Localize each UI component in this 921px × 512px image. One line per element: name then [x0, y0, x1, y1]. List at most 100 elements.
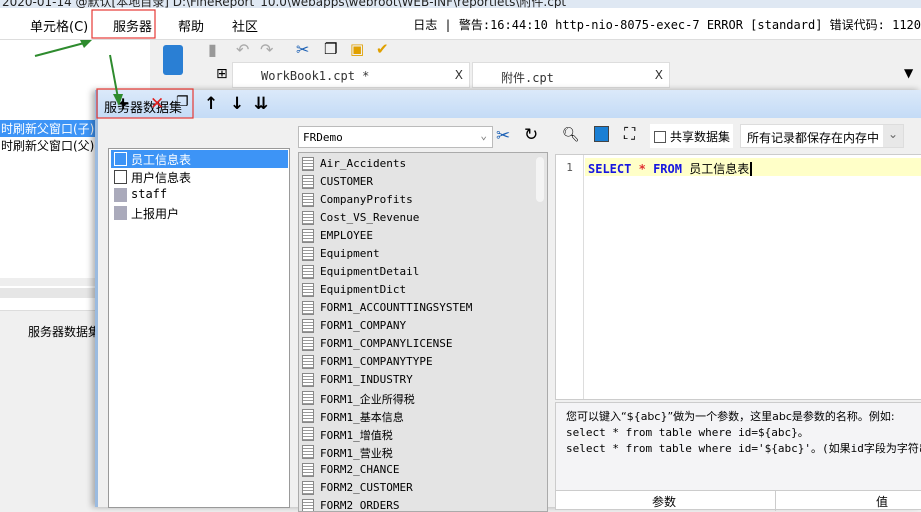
table-item[interactable]: FORM2_ORDERS	[301, 497, 400, 512]
close-icon[interactable]: X	[655, 68, 663, 82]
left-row[interactable]: 时刷新父窗口(父)	[0, 137, 95, 154]
table-item[interactable]: FORM2_CUSTOMER	[301, 479, 413, 497]
sql-table: 员工信息表	[689, 162, 750, 176]
param-column: 参数	[652, 495, 677, 509]
tab-label: WorkBook1.cpt *	[261, 69, 370, 83]
dialog-title[interactable]: 服务器数据集	[98, 90, 921, 118]
refresh-icon[interactable]: ↻	[524, 125, 538, 145]
parameter-icon[interactable]	[594, 126, 609, 142]
table-item[interactable]: CompanyProfits	[301, 191, 413, 209]
table-item[interactable]: Equipment	[301, 245, 380, 263]
table-name: FORM1_营业税	[320, 447, 393, 460]
dataset-label: 员工信息表	[131, 153, 192, 167]
table-name: FORM1_增值税	[320, 429, 393, 442]
save-icon[interactable]: ▮	[208, 40, 217, 59]
table-item[interactable]: FORM1_企业所得税	[301, 389, 415, 407]
table-name: FORM1_基本信息	[320, 411, 404, 424]
table-name: FORM1_COMPANYLICENSE	[320, 337, 453, 350]
sql-line[interactable]: SELECT * FROM 员工信息表	[585, 158, 921, 176]
dataset-panel	[0, 310, 95, 510]
sql-editor[interactable]: 1 SELECT * FROM 员工信息表	[555, 154, 921, 400]
table-icon	[302, 193, 314, 207]
left-row[interactable]: 时刷新父窗口(子)	[0, 120, 95, 137]
checkbox-icon	[654, 131, 666, 143]
table-icon	[302, 445, 314, 459]
table-item[interactable]: Air_Accidents	[301, 155, 406, 173]
table-name: FORM1_INDUSTRY	[320, 373, 413, 386]
table-icon	[302, 157, 314, 171]
copy-icon[interactable]: ❐	[324, 40, 337, 58]
undo-icon[interactable]: ↶	[236, 40, 249, 59]
share-label: 共享数据集	[670, 130, 731, 144]
dataset-item[interactable]: 员工信息表	[111, 150, 288, 168]
paste-icon[interactable]: ▣	[350, 40, 364, 58]
table-name: EquipmentDetail	[320, 265, 420, 278]
tab-workbook1[interactable]: WorkBook1.cpt * X	[232, 62, 470, 88]
divider	[775, 491, 776, 511]
sql-panel: 🔍︎ ⛶ 共享数据集 所有记录都保存在内存中 ⌄ 1 SELECT * FROM …	[554, 122, 921, 511]
table-item[interactable]: FORM1_基本信息	[301, 407, 404, 425]
table-item[interactable]: Cost_VS_Revenue	[301, 209, 419, 227]
tab-label: 附件.cpt	[501, 71, 554, 85]
title-bar: 2020-01-14 @默认[本地目录] D:\FineReport_10.0\…	[0, 0, 921, 8]
log-status[interactable]: 日志 | 警告:16:44:10 http-nio-8075-exec-7 ER…	[413, 16, 921, 33]
redo-icon[interactable]: ↷	[260, 40, 273, 59]
table-browser: FRDemo ⌄ ✂ ↻ Air_Accidents CUSTOMER Company…	[296, 122, 551, 512]
share-dataset-checkbox[interactable]: 共享数据集	[650, 124, 733, 148]
table-icon	[302, 355, 314, 369]
table-name: Cost_VS_Revenue	[320, 211, 420, 224]
table-item[interactable]: FORM1_COMPANYTYPE	[301, 353, 433, 371]
template-icon[interactable]	[163, 45, 183, 75]
table-item[interactable]: FORM1_COMPANYLICENSE	[301, 335, 452, 353]
table-icon	[302, 481, 314, 495]
menu-community[interactable]: 社区	[232, 16, 258, 35]
table-item[interactable]: FORM2_CHANCE	[301, 461, 399, 479]
sort-icon[interactable]: ⇊	[254, 94, 268, 114]
table-icon	[302, 463, 314, 477]
menu-help[interactable]: 帮助	[178, 16, 204, 35]
move-down-icon[interactable]: ↓	[230, 94, 244, 114]
table-item[interactable]: EquipmentDict	[301, 281, 406, 299]
table-item[interactable]: EquipmentDetail	[301, 263, 419, 281]
table-item[interactable]: EMPLOYEE	[301, 227, 373, 245]
copy-icon[interactable]: ❐	[176, 94, 189, 110]
table-item[interactable]: FORM1_增值税	[301, 425, 393, 443]
grid-icon[interactable]: ⊞	[216, 66, 228, 82]
table-name: Air_Accidents	[320, 157, 407, 170]
table-name: FORM2_ORDERS	[320, 499, 400, 512]
dataset-item[interactable]: staff	[111, 186, 288, 204]
table-item[interactable]: FORM1_INDUSTRY	[301, 371, 413, 389]
hint-line: select * from table where id='${abc}'。(如…	[566, 442, 921, 455]
menu-cell[interactable]: 单元格(C)	[30, 16, 88, 35]
move-up-icon[interactable]: ↑	[204, 94, 218, 114]
table-item[interactable]: FORM1_ACCOUNTTINGSYSTEM	[301, 299, 472, 317]
dataset-item[interactable]: 上报用户	[111, 204, 288, 222]
table-item[interactable]: CUSTOMER	[301, 173, 373, 191]
tab-attachment[interactable]: 附件.cpt X	[472, 62, 670, 88]
close-icon[interactable]: X	[455, 68, 463, 82]
delete-icon[interactable]: ✕	[150, 94, 164, 114]
table-icon	[302, 373, 314, 387]
sql-star: *	[638, 162, 646, 176]
storage-select[interactable]: 所有记录都保存在内存中 ⌄	[740, 124, 904, 148]
table-icon	[302, 337, 314, 351]
fullscreen-icon[interactable]: ⛶	[624, 124, 635, 144]
dataset-item[interactable]: 用户信息表	[111, 168, 288, 186]
table-item[interactable]: FORM1_COMPANY	[301, 317, 406, 335]
divider	[0, 288, 95, 298]
table-item[interactable]: FORM1_营业税	[301, 443, 393, 461]
preview-icon[interactable]: 🔍︎	[562, 127, 580, 143]
line-gutter: 1	[556, 155, 584, 399]
scrollbar[interactable]	[536, 157, 544, 202]
dataset-icon	[114, 152, 127, 166]
tab-menu-icon[interactable]: ▼	[904, 66, 913, 80]
connection-settings-icon[interactable]: ✂	[496, 126, 510, 146]
table-name: Equipment	[320, 247, 380, 260]
table-icon	[302, 301, 314, 315]
cut-icon[interactable]: ✂	[296, 40, 309, 59]
format-brush-icon[interactable]: ✔	[376, 40, 389, 58]
connection-select[interactable]: FRDemo ⌄	[298, 126, 493, 148]
dataset-icon	[114, 170, 127, 184]
menu-server[interactable]: 服务器	[113, 16, 152, 35]
add-icon[interactable]: +	[116, 94, 130, 114]
